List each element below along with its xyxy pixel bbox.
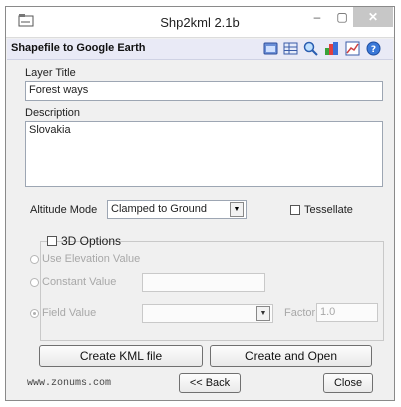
field-value-radio[interactable] bbox=[30, 309, 39, 318]
create-kml-button[interactable]: Create KML file bbox=[39, 345, 203, 367]
tessellate-label: Tessellate bbox=[304, 204, 353, 216]
use-elevation-label: Use Elevation Value bbox=[42, 253, 141, 265]
tessellate-checkbox[interactable] bbox=[290, 205, 300, 215]
field-value-dropdown-icon[interactable]: ▼ bbox=[256, 306, 270, 321]
app-window: Shp2kml 2.1b – ▢ ✕ Shapefile to Google E… bbox=[5, 6, 395, 401]
constant-value-radio[interactable] bbox=[30, 278, 39, 287]
layer-title-label: Layer Title bbox=[25, 67, 76, 79]
altitude-mode-label: Altitude Mode bbox=[30, 204, 98, 216]
altitude-mode-select[interactable]: Clamped to Ground bbox=[107, 200, 247, 219]
use-elevation-radio[interactable] bbox=[30, 255, 39, 264]
color-icon[interactable] bbox=[324, 41, 339, 56]
minimize-button[interactable]: – bbox=[306, 7, 328, 27]
help-icon[interactable]: ? bbox=[366, 41, 381, 56]
factor-input[interactable]: 1.0 bbox=[316, 303, 378, 322]
header-title: Shapefile to Google Earth bbox=[11, 42, 146, 54]
back-button[interactable]: << Back bbox=[179, 373, 241, 393]
maximize-button[interactable]: ▢ bbox=[331, 7, 353, 27]
zoom-icon[interactable] bbox=[303, 41, 318, 56]
field-value-label: Field Value bbox=[42, 307, 97, 319]
constant-value-input[interactable] bbox=[142, 273, 265, 292]
svg-text:?: ? bbox=[371, 45, 376, 55]
window-icon[interactable] bbox=[263, 41, 278, 56]
close-window-button[interactable]: ✕ bbox=[353, 7, 393, 27]
create-and-open-button[interactable]: Create and Open bbox=[210, 345, 372, 367]
altitude-mode-value: Clamped to Ground bbox=[111, 203, 207, 215]
chevron-down-icon[interactable]: ▼ bbox=[230, 202, 244, 217]
table-icon[interactable] bbox=[283, 41, 298, 56]
options-3d-checkbox[interactable] bbox=[47, 236, 57, 246]
close-button[interactable]: Close bbox=[323, 373, 373, 393]
options-3d-legend: 3D Options bbox=[47, 234, 121, 248]
chart-icon[interactable] bbox=[345, 41, 360, 56]
options-3d-label: 3D Options bbox=[61, 234, 122, 248]
constant-value-label: Constant Value bbox=[42, 276, 117, 288]
description-label: Description bbox=[25, 107, 81, 119]
header-bar: Shapefile to Google Earth ? bbox=[7, 39, 393, 60]
description-textarea[interactable]: Slovakia bbox=[25, 121, 383, 187]
field-value-select[interactable] bbox=[142, 304, 273, 323]
website-link[interactable]: www.zonums.com bbox=[27, 378, 111, 389]
layer-title-input[interactable]: Forest ways bbox=[25, 81, 383, 101]
title-bar: Shp2kml 2.1b – ▢ ✕ bbox=[6, 7, 394, 38]
factor-label: Factor bbox=[284, 307, 316, 319]
